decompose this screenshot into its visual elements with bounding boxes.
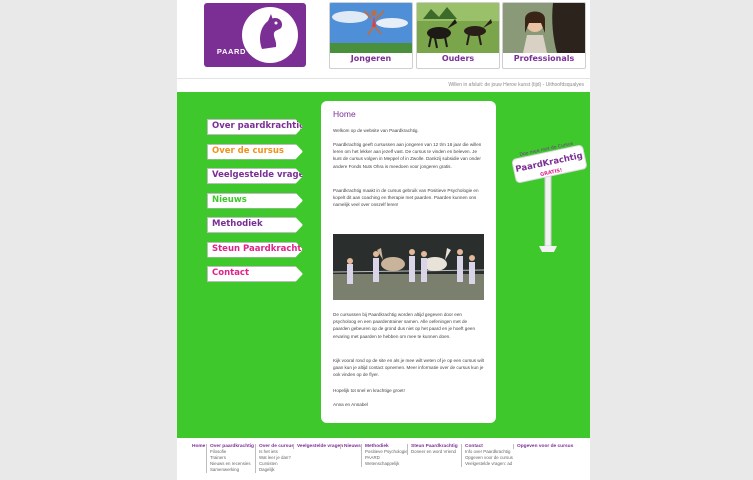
footer-col-steun: Steun Paardkrachtig Doneer en word Vrien… [407, 444, 458, 455]
paragraph: Hopelijk tot snel en krachtige groet! [333, 388, 405, 393]
photo-caption: Jongeren [350, 54, 392, 63]
menu-item-methodiek[interactable]: Methodiek [207, 217, 303, 233]
footer-link[interactable]: Veelgestelde vragen: ad [465, 461, 513, 467]
photo-jongeren[interactable]: Jongeren [329, 2, 413, 69]
footer-link[interactable]: Doneer en word Vriend [411, 449, 458, 455]
horses-photo [417, 3, 499, 53]
menu-item-veelgestelde-vragen[interactable]: Veelgestelde vragen [207, 168, 303, 184]
content-panel: Home Welkom op de website van Paardkrach… [321, 101, 496, 423]
menu-item-label: Over paardkrachtig [212, 121, 306, 131]
footer-link[interactable]: Opgeven voor de cursus [517, 444, 573, 449]
page: PAARD KRACHTIG Jongeren Ouders Professio… [177, 0, 590, 480]
main-area: Over paardkrachtig Over de cursus Veelge… [177, 92, 590, 438]
group-with-horses-photo [333, 234, 484, 300]
footer-col-methodiek: Methodiek Positieve Psychologie PAARD We… [361, 444, 408, 467]
main-menu: Over paardkrachtig Over de cursus Veelge… [207, 119, 303, 291]
footer-link[interactable]: Nieuws [344, 444, 361, 449]
paragraph: Kijk vooral rond op de site en als je me… [333, 358, 484, 378]
footer-link[interactable]: Veelgestelde vragen [297, 444, 343, 449]
menu-item-label: Over de cursus [212, 145, 284, 156]
cursus-sign[interactable]: Doe mee met de Cursus PaardKrachtig GRAT… [509, 134, 589, 254]
logo[interactable]: PAARD KRACHTIG [204, 3, 306, 67]
menu-item-over-paardkrachtig[interactable]: Over paardkrachtig [207, 119, 303, 135]
footer-col-contact: Contact Info over Paardkrachtig Opgeven … [461, 444, 513, 467]
paragraph: Paardkrachtig maakt in de cursus gebruik… [333, 188, 479, 208]
footer-col-opgeven: Opgeven voor de cursus [513, 444, 573, 449]
paragraph: Paardkrachtig geeft cursussen aan jonger… [333, 142, 482, 169]
jumping-girl-photo [330, 3, 412, 53]
logo-text: PAARD KRACHTIG [216, 47, 294, 56]
menu-item-steun-paardkrachtig[interactable]: Steun Paardkrachtig [207, 241, 303, 258]
menu-item-label: Methodiek [212, 219, 263, 229]
group-photo [333, 234, 484, 300]
page-title: Home [333, 109, 356, 119]
photo-caption: Ouders [441, 54, 475, 63]
intro-text: Welkom op de website van Paardkrachtig. [333, 128, 419, 133]
woman-with-horse-photo [503, 3, 585, 53]
footer-col-nieuws: Nieuws [340, 444, 361, 449]
top-bar: Willen in afsluit: de jouw Heroe kunst (… [177, 78, 590, 93]
menu-item-label: Nieuws [212, 194, 247, 205]
photo-ouders[interactable]: Ouders [416, 2, 500, 69]
footer-col-home: Home [192, 444, 205, 449]
footer: Home Over paardkrachtig Filosofie Traine… [177, 444, 590, 480]
signature: Anna en Annabel [333, 402, 368, 407]
menu-item-contact[interactable]: Contact [207, 266, 303, 282]
menu-item-over-de-cursus[interactable]: Over de cursus [207, 143, 303, 160]
menu-item-label: Contact [212, 268, 250, 278]
tagline: Willen in afsluit: de jouw Heroe kunst (… [448, 82, 584, 88]
footer-link[interactable]: Samenwerking [210, 467, 254, 473]
menu-item-label: Steun Paardkrachtig [212, 243, 311, 254]
menu-item-label: Veelgestelde vragen [212, 170, 311, 180]
footer-link[interactable]: Home [192, 444, 205, 449]
footer-link[interactable]: Dagelijk [259, 467, 294, 473]
menu-item-nieuws[interactable]: Nieuws [207, 192, 303, 209]
footer-col-cursus: Over de cursus Is het iets Wat leer je d… [255, 444, 294, 473]
footer-link[interactable]: Wetenschappelijk [365, 461, 408, 467]
footer-col-over: Over paardkrachtig Filosofie Trainers Ni… [206, 444, 254, 473]
photo-professionals[interactable]: Professionals [502, 2, 586, 69]
footer-col-vragen: Veelgestelde vragen [293, 444, 343, 449]
paragraph: De cursussen bij Paardkrachtig worden al… [333, 312, 476, 339]
photo-caption: Professionals [513, 54, 575, 63]
